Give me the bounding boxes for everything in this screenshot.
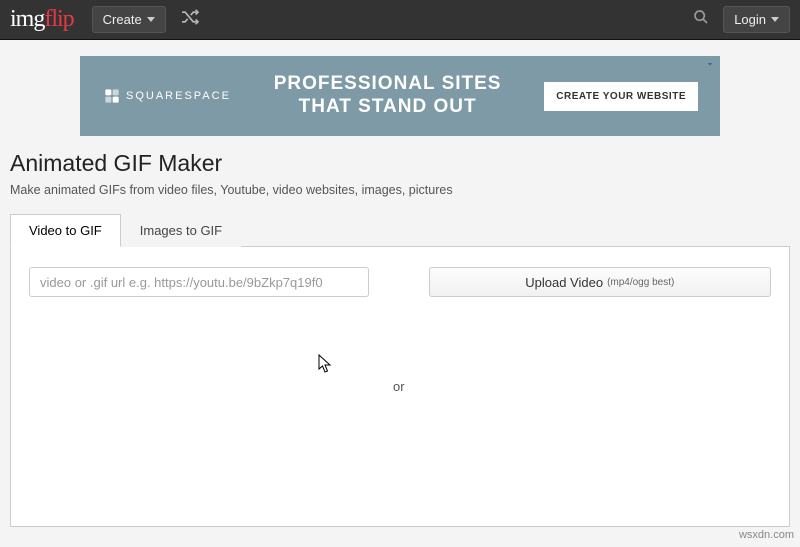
ad-info-icon[interactable] bbox=[704, 58, 716, 73]
chevron-down-icon bbox=[771, 17, 779, 22]
ad-brand: SQUARESPACE bbox=[104, 88, 231, 104]
logo-right: flip bbox=[44, 6, 73, 33]
upload-label: Upload Video bbox=[525, 275, 603, 290]
chevron-down-icon bbox=[147, 17, 155, 22]
tab-panel: or Upload Video (mp4/ogg best) bbox=[10, 247, 790, 527]
shuffle-icon[interactable] bbox=[180, 9, 200, 30]
watermark: wsxdn.com bbox=[739, 529, 794, 541]
topbar: imgflip Create Login bbox=[0, 0, 800, 40]
tab-video-to-gif[interactable]: Video to GIF bbox=[10, 214, 121, 247]
logo[interactable]: imgflip bbox=[10, 6, 74, 33]
page-content: Animated GIF Maker Make animated GIFs fr… bbox=[0, 136, 800, 527]
upload-video-button[interactable]: Upload Video (mp4/ogg best) bbox=[429, 267, 771, 297]
tab-images-to-gif[interactable]: Images to GIF bbox=[121, 214, 241, 247]
login-button[interactable]: Login bbox=[723, 6, 790, 33]
tab-bar: Video to GIF Images to GIF bbox=[10, 213, 790, 247]
create-label: Create bbox=[103, 12, 142, 27]
ad-banner[interactable]: SQUARESPACE PROFESSIONAL SITES THAT STAN… bbox=[80, 56, 720, 136]
ad-headline: PROFESSIONAL SITES THAT STAND OUT bbox=[231, 73, 544, 119]
logo-left: img bbox=[10, 6, 44, 33]
login-label: Login bbox=[734, 12, 766, 27]
ad-headline-line1: PROFESSIONAL SITES bbox=[231, 73, 544, 96]
ad-cta-button[interactable]: CREATE YOUR WEBSITE bbox=[544, 82, 698, 111]
or-label: or bbox=[387, 372, 411, 402]
ad-headline-line2: THAT STAND OUT bbox=[231, 96, 544, 119]
search-icon[interactable] bbox=[693, 9, 709, 30]
squarespace-icon bbox=[104, 88, 120, 104]
upload-hint: (mp4/ogg best) bbox=[607, 277, 674, 288]
page-subtitle: Make animated GIFs from video files, You… bbox=[10, 183, 790, 197]
page-title: Animated GIF Maker bbox=[10, 150, 790, 177]
create-button[interactable]: Create bbox=[92, 6, 166, 33]
video-url-input[interactable] bbox=[29, 267, 369, 297]
ad-brand-text: SQUARESPACE bbox=[126, 90, 231, 102]
